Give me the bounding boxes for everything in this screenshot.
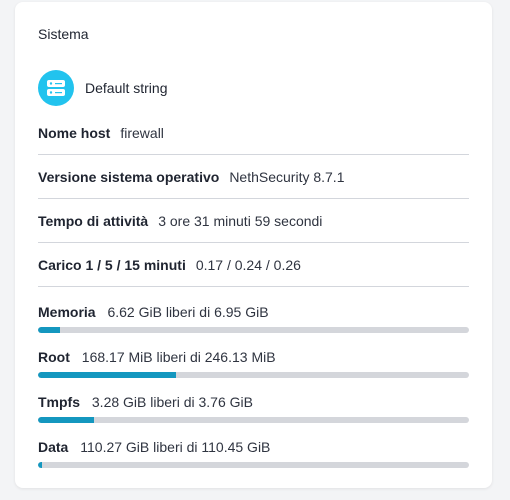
usage-tmpfs: Tmpfs 3.28 GiB liberi di 3.76 GiB [38, 394, 469, 423]
info-row-hostname: Nome host firewall [38, 111, 469, 155]
info-value: firewall [120, 124, 164, 141]
usage-bar [38, 327, 469, 333]
usage-bar [38, 417, 469, 423]
usage-label: Memoria [38, 304, 96, 320]
usage-label: Data [38, 439, 69, 455]
server-icon [38, 70, 74, 106]
info-row-os-version: Versione sistema operativo NethSecurity … [38, 155, 469, 199]
info-label: Carico 1 / 5 / 15 minuti [38, 256, 186, 273]
info-label: Tempo di attività [38, 212, 149, 229]
usage-bar [38, 372, 469, 378]
info-row-uptime: Tempo di attività 3 ore 31 minuti 59 sec… [38, 199, 469, 243]
usage-label: Tmpfs [38, 394, 80, 410]
usage-data: Data 110.27 GiB liberi di 110.45 GiB [38, 439, 469, 468]
card-title: Sistema [38, 26, 89, 42]
info-label: Versione sistema operativo [38, 168, 220, 185]
usage-bar [38, 462, 469, 468]
info-row-load: Carico 1 / 5 / 15 minuti 0.17 / 0.24 / 0… [38, 243, 469, 287]
usage-label: Root [38, 349, 70, 365]
usage-value: 6.62 GiB liberi di 6.95 GiB [107, 304, 269, 320]
usage-root: Root 168.17 MiB liberi di 246.13 MiB [38, 349, 469, 378]
usage-bar-fill [38, 372, 176, 378]
info-label: Nome host [38, 124, 111, 141]
info-value: NethSecurity 8.7.1 [229, 168, 345, 185]
device-row: Default string [38, 70, 167, 106]
usage-memory: Memoria 6.62 GiB liberi di 6.95 GiB [38, 304, 469, 333]
usage-bar-fill [38, 327, 60, 333]
usage-bar-fill [38, 462, 43, 468]
usage-bar-fill [38, 417, 95, 423]
info-value: 0.17 / 0.24 / 0.26 [195, 256, 301, 273]
usage-value: 110.27 GiB liberi di 110.45 GiB [80, 439, 271, 455]
info-value: 3 ore 31 minuti 59 secondi [158, 212, 323, 229]
usage-value: 168.17 MiB liberi di 246.13 MiB [81, 349, 276, 365]
usage-value: 3.28 GiB liberi di 3.76 GiB [91, 394, 253, 410]
device-label: Default string [85, 80, 168, 96]
system-card: Sistema Default string Nome host firewal… [15, 2, 492, 488]
